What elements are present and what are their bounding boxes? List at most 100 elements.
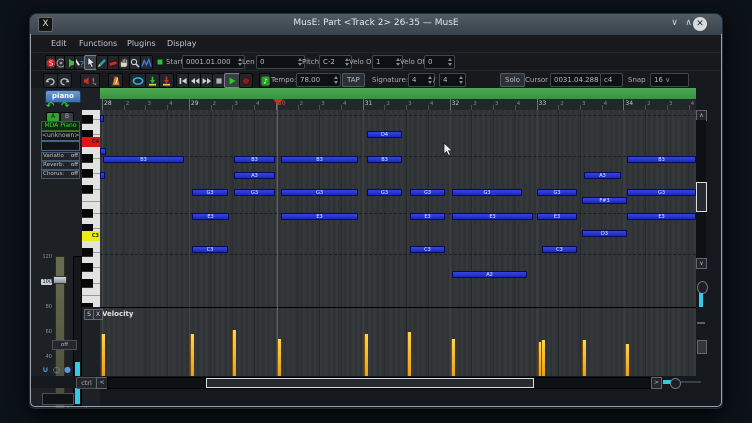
black-key[interactable] <box>82 169 93 178</box>
midi-note[interactable]: E3 <box>537 213 577 220</box>
midi-note[interactable]: A3 <box>234 172 275 179</box>
velocity-lane[interactable]: Velocity <box>100 307 696 376</box>
midi-note[interactable]: E3 <box>192 213 229 220</box>
play-icon[interactable] <box>224 73 240 88</box>
midi-note[interactable]: G3 <box>367 189 402 196</box>
controller-row-chorus[interactable]: Chorus:off <box>41 170 80 179</box>
midi-note[interactable]: C3 <box>542 246 577 253</box>
midi-note[interactable]: B3 <box>103 156 184 163</box>
midi-note[interactable]: G3 <box>537 189 577 196</box>
blank-field[interactable] <box>41 141 80 151</box>
tempo-spinbox[interactable]: 78.00 <box>296 73 341 87</box>
sig-den-spinbox-down-icon[interactable] <box>459 81 463 84</box>
velocity-bar[interactable] <box>232 330 236 376</box>
midi-note[interactable]: E3 <box>410 213 445 220</box>
menu-display[interactable]: Display <box>164 38 200 49</box>
undo-icon[interactable] <box>43 73 58 88</box>
black-key[interactable] <box>82 263 93 272</box>
lane-close-button[interactable]: X <box>93 309 103 320</box>
midi-note[interactable]: B3 <box>367 156 402 163</box>
midi-note[interactable]: B3 <box>234 156 275 163</box>
prev-part-icon[interactable]: ↶ <box>46 101 54 112</box>
midi-note[interactable]: G3 <box>192 189 228 196</box>
midi-note[interactable]: G3 <box>410 189 445 196</box>
redo-icon[interactable] <box>57 73 72 88</box>
midi-note[interactable]: E3 <box>452 213 533 220</box>
midi-note[interactable]: A2 <box>452 271 527 278</box>
sig-den-spinbox-up-icon[interactable] <box>459 76 463 79</box>
velocity-bar[interactable] <box>190 334 194 376</box>
marked-key-c3[interactable]: C3 <box>82 231 100 241</box>
field-velo-off[interactable]: 0 <box>424 55 455 69</box>
snap-dropdown-icon[interactable]: ∨ <box>663 76 670 84</box>
black-key[interactable] <box>82 115 93 124</box>
tempo-icon[interactable]: ♪ <box>259 73 271 88</box>
velocity-bar[interactable] <box>582 340 586 376</box>
field-len[interactable]: 0 <box>256 55 305 69</box>
black-key[interactable] <box>82 303 93 307</box>
panic-icon[interactable]: ! <box>80 73 100 88</box>
midi-note[interactable]: C3 <box>410 246 445 253</box>
midi-note[interactable]: A3 <box>584 172 621 179</box>
whats-this-icon[interactable]: ? <box>74 55 85 70</box>
sig-num-spinbox-up-icon[interactable] <box>428 76 432 79</box>
black-key[interactable] <box>82 154 93 163</box>
sig-num-spinbox-down-icon[interactable] <box>428 81 432 84</box>
velocity-bar[interactable] <box>541 340 545 376</box>
midi-note[interactable]: D3 <box>582 230 627 237</box>
next-part-icon[interactable]: ↷ <box>61 101 69 112</box>
scroll-right-icon[interactable]: > <box>651 377 662 389</box>
titlebar[interactable]: X MusE: Part <Track 2> 26-35 — MusE ∨ ∧ … <box>30 14 722 34</box>
black-key[interactable] <box>82 185 93 194</box>
controller-row-reverb[interactable]: Reverb:off <box>41 161 80 170</box>
close-icon[interactable]: ✕ <box>693 17 707 31</box>
black-key[interactable] <box>82 248 93 257</box>
hzoom-slider[interactable] <box>663 378 701 386</box>
field-velo-off-down-icon[interactable] <box>448 63 452 66</box>
hscrollbar-thumb[interactable] <box>206 378 534 388</box>
punch-in-icon[interactable] <box>145 73 160 88</box>
midi-note[interactable]: E3 <box>627 213 696 220</box>
sig-num-spinbox[interactable]: 4 <box>408 73 435 87</box>
playhead-marker[interactable] <box>273 99 283 105</box>
volume-handle[interactable] <box>53 276 67 284</box>
tempo-spinbox-up-icon[interactable] <box>334 76 338 79</box>
sig-num-spinbox-spin-arrows[interactable] <box>428 76 432 84</box>
solo-button[interactable]: Solo <box>500 73 525 87</box>
velocity-bar[interactable] <box>101 334 105 376</box>
piano-keyboard[interactable]: C4 C3 <box>82 110 101 307</box>
midi-note[interactable]: G3 <box>281 189 358 196</box>
volume-off-button[interactable]: off <box>52 340 77 350</box>
scroll-down-icon[interactable]: ∨ <box>696 258 707 269</box>
routing-icon-0[interactable]: ∪ <box>42 365 49 374</box>
velocity-bar[interactable] <box>625 344 629 376</box>
velocity-bar[interactable] <box>364 334 368 376</box>
midi-note[interactable] <box>100 172 105 179</box>
minimize-icon[interactable]: ∨ <box>668 17 681 30</box>
routing-icon-2[interactable]: ● <box>64 365 71 374</box>
black-key[interactable] <box>82 209 93 218</box>
note-canvas[interactable]: D4B3B3B3B3B3A3A3G3G3G3G3G3G3G3G3F#3E3E3E… <box>100 110 696 307</box>
loop-icon[interactable] <box>129 73 146 88</box>
menu-edit[interactable]: Edit <box>48 38 70 49</box>
black-key[interactable] <box>82 279 93 288</box>
field-velo-off-up-icon[interactable] <box>448 58 452 61</box>
field-velo-on[interactable]: 1 <box>372 55 403 69</box>
tap-button[interactable]: TAP <box>342 73 365 87</box>
midi-note[interactable] <box>100 148 106 155</box>
metronome-icon[interactable] <box>108 73 123 88</box>
midi-note[interactable]: C3 <box>192 246 228 253</box>
velocity-bar[interactable] <box>407 332 411 376</box>
midi-note[interactable] <box>100 115 104 122</box>
midi-note[interactable]: G3 <box>234 189 275 196</box>
midi-note[interactable]: E3 <box>281 213 358 220</box>
velocity-bar[interactable] <box>451 339 455 376</box>
drummap-field[interactable]: <unknown> <box>41 131 80 141</box>
hzoom-knob[interactable] <box>670 378 681 389</box>
menu-plugins[interactable]: Plugins <box>124 38 159 49</box>
menu-functions[interactable]: Functions <box>76 38 120 49</box>
marked-key-c4[interactable]: C4 <box>82 137 100 147</box>
field-velo-off-spin-arrows[interactable] <box>448 58 452 66</box>
vscrollbar-thumb[interactable] <box>696 182 707 212</box>
tempo-spinbox-down-icon[interactable] <box>334 81 338 84</box>
